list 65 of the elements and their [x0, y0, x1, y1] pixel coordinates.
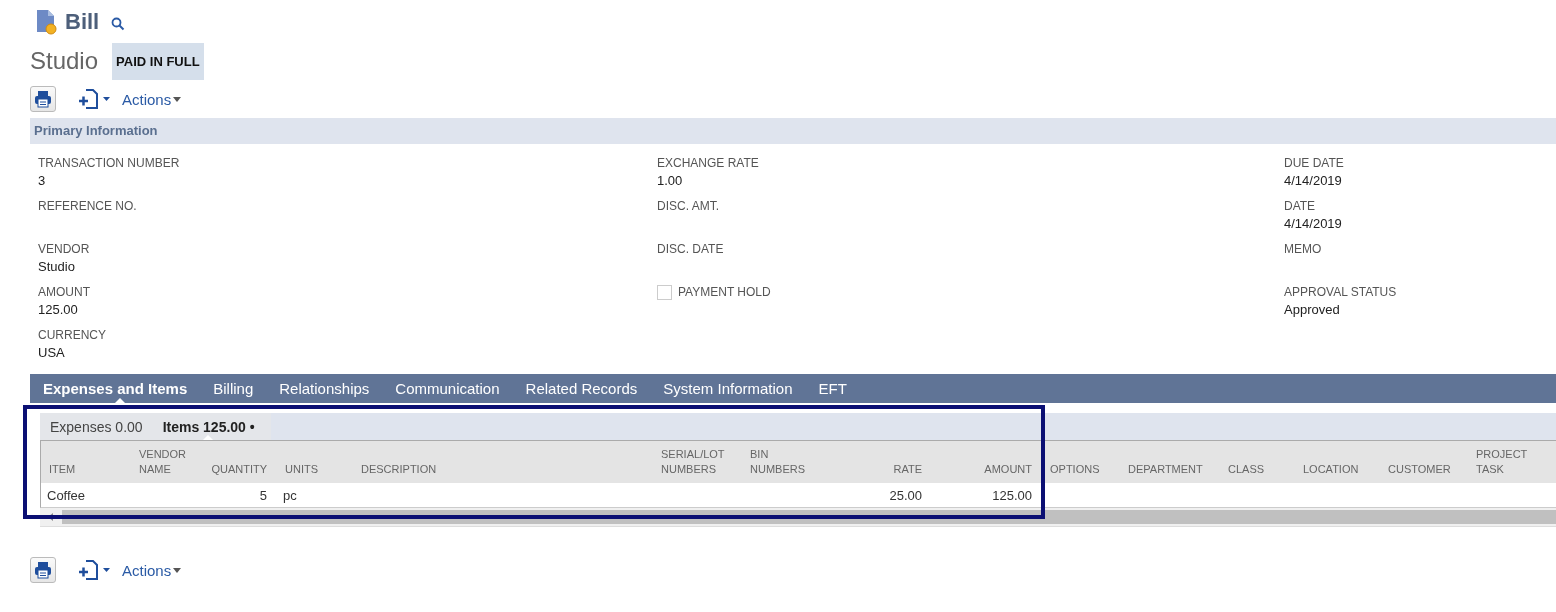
tab[interactable]: EFT [809, 374, 856, 403]
tab[interactable]: System Information [654, 374, 802, 403]
column-header: RATE [893, 462, 922, 477]
tab[interactable]: Expenses and Items [34, 374, 197, 403]
tab[interactable]: Related Records [516, 374, 647, 403]
print-button[interactable] [30, 86, 56, 112]
column-header: VENDOR NAME [139, 447, 187, 477]
field-label: TRANSACTION NUMBER [38, 155, 181, 172]
field-label: CURRENCY [38, 327, 107, 344]
column-header: CUSTOMER [1388, 462, 1451, 477]
actions-menu-button[interactable]: Actions [122, 90, 182, 108]
checkbox[interactable] [657, 284, 672, 300]
column-header: DEPARTMENT [1128, 462, 1203, 477]
table-cell: 25.00 [889, 487, 922, 503]
subtab[interactable]: Items 125.00 • [152, 413, 265, 440]
field-label: DATE [1284, 198, 1317, 215]
column-header: OPTIONS [1050, 462, 1100, 477]
status-badge: PAID IN FULL [112, 42, 204, 80]
print-button[interactable] [30, 557, 56, 583]
caret-icon [173, 96, 182, 102]
column-header: SERIAL/LOT NUMBERS [661, 447, 725, 477]
record-name: Studio [30, 47, 99, 75]
column-header: AMOUNT [984, 462, 1032, 477]
field-value: 4/14/2019 [1284, 172, 1343, 190]
field-label: APPROVAL STATUS [1284, 284, 1398, 301]
tab[interactable]: Communication [386, 374, 509, 403]
record-type-title: Bill [65, 9, 100, 35]
actions-menu-button[interactable]: Actions [122, 561, 182, 579]
field-label: DISC. DATE [657, 241, 725, 258]
field-value: 4/14/2019 [1284, 215, 1343, 233]
tab[interactable]: Relationships [270, 374, 379, 403]
field-label: DISC. AMT. [657, 198, 720, 215]
new-document-dropdown-icon[interactable] [78, 560, 112, 580]
field-value: Approved [1284, 301, 1341, 319]
field-value: 3 [38, 172, 47, 190]
tab[interactable]: Billing [204, 374, 263, 403]
column-header: DESCRIPTION [361, 462, 437, 477]
subtab[interactable]: Expenses 0.00 [40, 413, 153, 440]
column-header: QUANTITY [211, 462, 267, 477]
field-value: USA [38, 344, 66, 362]
column-header: CLASS [1228, 462, 1265, 477]
new-document-dropdown-icon[interactable] [78, 89, 112, 109]
table-cell: 5 [259, 487, 267, 503]
field-label: MEMO [1284, 241, 1323, 258]
search-icon[interactable] [111, 17, 126, 31]
field-label: VENDOR [38, 241, 91, 258]
column-header: BIN NUMBERS [750, 447, 805, 477]
field-label: AMOUNT [38, 284, 91, 301]
section-header: Primary Information [30, 118, 1556, 144]
table-cell: Coffee [47, 487, 86, 503]
table-cell: pc [283, 487, 297, 503]
column-header: ITEM [49, 462, 76, 477]
field-label: DUE DATE [1284, 155, 1345, 172]
field-label: REFERENCE NO. [38, 198, 138, 215]
field-value: 1.00 [657, 172, 684, 190]
column-header: LOCATION [1303, 462, 1359, 477]
column-header: UNITS [285, 462, 318, 477]
field-value: 125.00 [38, 301, 79, 319]
field-label: EXCHANGE RATE [657, 155, 760, 172]
table-cell: 125.00 [992, 487, 1032, 503]
bill-document-icon [35, 9, 57, 35]
field-value: Studio [38, 258, 76, 276]
column-header: PROJECT TASK [1476, 447, 1528, 477]
caret-icon [173, 567, 182, 573]
field-label: PAYMENT HOLD [678, 284, 771, 301]
